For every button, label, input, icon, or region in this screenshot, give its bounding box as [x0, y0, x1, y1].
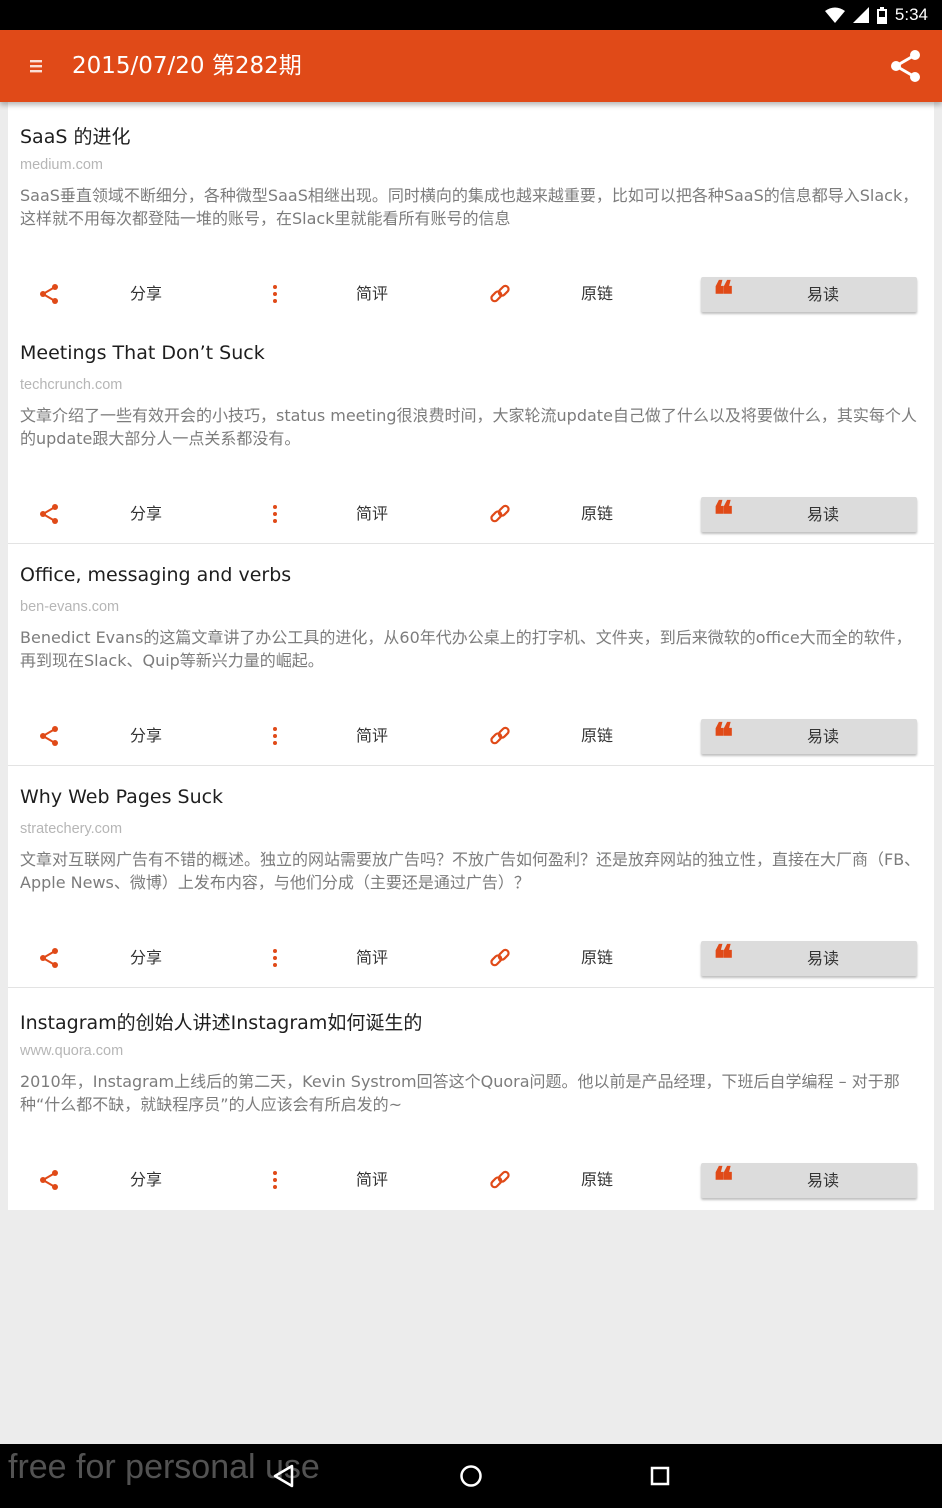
- quote-icon: ❝: [713, 1158, 734, 1203]
- article-actions: 分享 简评 原链 ❝ 易读: [8, 1160, 934, 1200]
- article-title[interactable]: Office, messaging and verbs: [20, 564, 291, 586]
- share-icon[interactable]: [886, 46, 926, 86]
- article-actions: 分享 简评 原链 ❝ 易读: [8, 494, 934, 534]
- article-actions: 分享 简评 原链 ❝ 易读: [8, 938, 934, 978]
- navigation-bar: [0, 1444, 942, 1508]
- article-source: stratechery.com: [20, 821, 123, 837]
- easy-read-button[interactable]: ❝ 易读: [701, 1158, 917, 1203]
- app-bar: 2015/07/20 第282期: [0, 30, 942, 102]
- comment-button[interactable]: 简评: [356, 274, 388, 314]
- comment-button[interactable]: 简评: [356, 938, 388, 978]
- article-title[interactable]: Meetings That Don’t Suck: [20, 342, 265, 364]
- comment-button[interactable]: 简评: [356, 1160, 388, 1200]
- article-card[interactable]: Office, messaging and verbs ben-evans.co…: [8, 544, 934, 766]
- page-title: 2015/07/20 第282期: [72, 53, 302, 79]
- link-icon[interactable]: [488, 946, 512, 970]
- back-button[interactable]: [265, 1458, 301, 1494]
- easy-read-button[interactable]: ❝ 易读: [701, 492, 917, 537]
- status-bar: 5:34: [0, 0, 942, 30]
- share-button[interactable]: 分享: [130, 716, 162, 756]
- back-triangle-icon: [273, 1464, 294, 1488]
- easy-read-button[interactable]: ❝ 易读: [701, 272, 917, 317]
- article-summary: 文章介绍了一些有效开会的小技巧，status meeting很浪费时间，大家轮流…: [20, 406, 917, 448]
- easy-read-label: 易读: [807, 505, 840, 524]
- original-link-button[interactable]: 原链: [581, 494, 613, 534]
- article-card[interactable]: Instagram的创始人讲述Instagram如何诞生的 www.quora.…: [8, 988, 934, 1210]
- link-icon[interactable]: [488, 282, 512, 306]
- more-vertical-icon[interactable]: [263, 502, 287, 526]
- easy-read-label: 易读: [807, 1171, 840, 1190]
- article-source: techcrunch.com: [20, 377, 123, 393]
- share-icon[interactable]: [37, 946, 61, 970]
- share-button[interactable]: 分享: [130, 494, 162, 534]
- easy-read-label: 易读: [807, 949, 840, 968]
- home-button[interactable]: [453, 1458, 489, 1494]
- article-summary: Benedict Evans的这篇文章讲了办公工具的进化，从60年代办公桌上的打…: [20, 628, 912, 670]
- original-link-button[interactable]: 原链: [581, 1160, 613, 1200]
- article-source: medium.com: [20, 157, 103, 173]
- article-actions: 分享 简评 原链 ❝ 易读: [8, 716, 934, 756]
- more-vertical-icon[interactable]: [263, 282, 287, 306]
- more-vertical-icon[interactable]: [263, 946, 287, 970]
- easy-read-button[interactable]: ❝ 易读: [701, 936, 917, 981]
- easy-read-label: 易读: [807, 727, 840, 746]
- more-vertical-icon[interactable]: [263, 1168, 287, 1192]
- article-card[interactable]: SaaS 的进化 medium.com SaaS垂直领域不断细分，各种微型Saa…: [8, 102, 934, 322]
- link-icon[interactable]: [488, 724, 512, 748]
- article-list: SaaS 的进化 medium.com SaaS垂直领域不断细分，各种微型Saa…: [8, 102, 934, 1210]
- quote-icon: ❝: [713, 714, 734, 759]
- article-summary: 2010年，Instagram上线后的第二天，Kevin Systrom回答这个…: [20, 1072, 900, 1114]
- original-link-button[interactable]: 原链: [581, 274, 613, 314]
- status-time: 5:34: [894, 5, 928, 24]
- article-title[interactable]: Instagram的创始人讲述Instagram如何诞生的: [20, 1008, 422, 1035]
- share-button[interactable]: 分享: [130, 938, 162, 978]
- share-icon[interactable]: [37, 282, 61, 306]
- link-icon[interactable]: [488, 1168, 512, 1192]
- share-button[interactable]: 分享: [130, 274, 162, 314]
- battery-icon: [876, 6, 887, 24]
- article-actions: 分享 简评 原链 ❝ 易读: [8, 274, 934, 314]
- menu-icon[interactable]: [26, 54, 48, 78]
- article-source: ben-evans.com: [20, 599, 120, 615]
- link-icon[interactable]: [488, 502, 512, 526]
- share-icon[interactable]: [37, 724, 61, 748]
- share-icon[interactable]: [37, 1168, 61, 1192]
- more-vertical-icon[interactable]: [263, 724, 287, 748]
- easy-read-label: 易读: [807, 285, 840, 304]
- article-title[interactable]: Why Web Pages Suck: [20, 786, 223, 808]
- home-circle-icon: [460, 1465, 482, 1487]
- easy-read-button[interactable]: ❝ 易读: [701, 714, 917, 759]
- share-button[interactable]: 分享: [130, 1160, 162, 1200]
- article-source: www.quora.com: [20, 1043, 124, 1059]
- status-icons: 5:34: [824, 3, 928, 27]
- article-title[interactable]: SaaS 的进化: [20, 122, 130, 149]
- article-card[interactable]: Meetings That Don’t Suck techcrunch.com …: [8, 322, 934, 544]
- recents-square-icon: [650, 1466, 670, 1486]
- comment-button[interactable]: 简评: [356, 716, 388, 756]
- share-icon[interactable]: [37, 502, 61, 526]
- comment-button[interactable]: 简评: [356, 494, 388, 534]
- quote-icon: ❝: [713, 272, 734, 317]
- original-link-button[interactable]: 原链: [581, 716, 613, 756]
- article-summary: SaaS垂直领域不断细分，各种微型SaaS相继出现。同时横向的集成也越来越重要，…: [20, 186, 919, 228]
- article-summary: 文章对互联网广告有不错的概述。独立的网站需要放广告吗？不放广告如何盈利？还是放弃…: [20, 850, 921, 892]
- recents-button[interactable]: [642, 1458, 678, 1494]
- original-link-button[interactable]: 原链: [581, 938, 613, 978]
- article-card[interactable]: Why Web Pages Suck stratechery.com 文章对互联…: [8, 766, 934, 988]
- wifi-icon: [824, 7, 845, 23]
- signal-icon: [852, 7, 869, 23]
- quote-icon: ❝: [713, 936, 734, 981]
- quote-icon: ❝: [713, 492, 734, 537]
